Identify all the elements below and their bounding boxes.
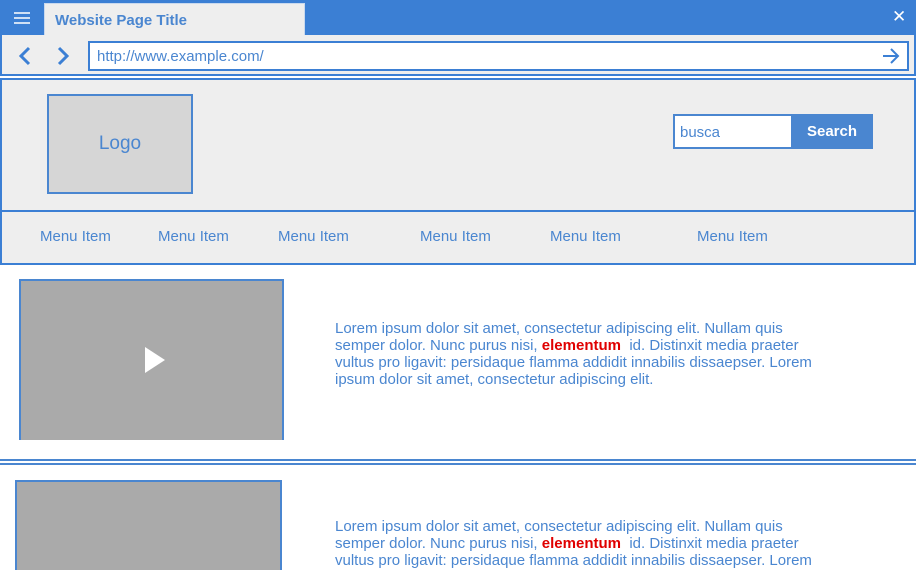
menu-item-2[interactable]: Menu Item bbox=[158, 228, 229, 245]
arrow-right-icon[interactable] bbox=[880, 45, 902, 67]
logo-label: Logo bbox=[98, 133, 142, 154]
chevron-left-icon[interactable] bbox=[14, 44, 38, 68]
menu-item-1[interactable]: Menu Item bbox=[40, 228, 111, 245]
menu-item-4[interactable]: Menu Item bbox=[420, 228, 491, 245]
menu-item-3[interactable]: Menu Item bbox=[278, 228, 349, 245]
tab-page-title[interactable]: Website Page Title bbox=[44, 3, 305, 35]
article-text: Lorem ipsum dolor sit amet, consectetur … bbox=[335, 518, 820, 569]
video-player[interactable] bbox=[15, 480, 282, 570]
hamburger-icon bbox=[14, 11, 30, 24]
address-bar[interactable]: http://www.example.com/ bbox=[88, 41, 909, 71]
search-button[interactable]: Search bbox=[791, 114, 873, 149]
article-text: Lorem ipsum dolor sit amet, consectetur … bbox=[335, 320, 820, 388]
menu-button[interactable] bbox=[0, 0, 44, 35]
highlight-word: elementum bbox=[541, 337, 621, 354]
highlight-word: elementum bbox=[541, 535, 621, 552]
logo[interactable]: Logo bbox=[47, 94, 193, 194]
chevron-right-icon[interactable] bbox=[50, 44, 74, 68]
menu-item-5[interactable]: Menu Item bbox=[550, 228, 621, 245]
section-divider bbox=[0, 459, 916, 465]
play-icon[interactable] bbox=[145, 347, 165, 373]
search-input[interactable]: busca bbox=[673, 114, 793, 149]
menu-item-6[interactable]: Menu Item bbox=[697, 228, 768, 245]
close-icon[interactable]: ✕ bbox=[892, 8, 906, 26]
